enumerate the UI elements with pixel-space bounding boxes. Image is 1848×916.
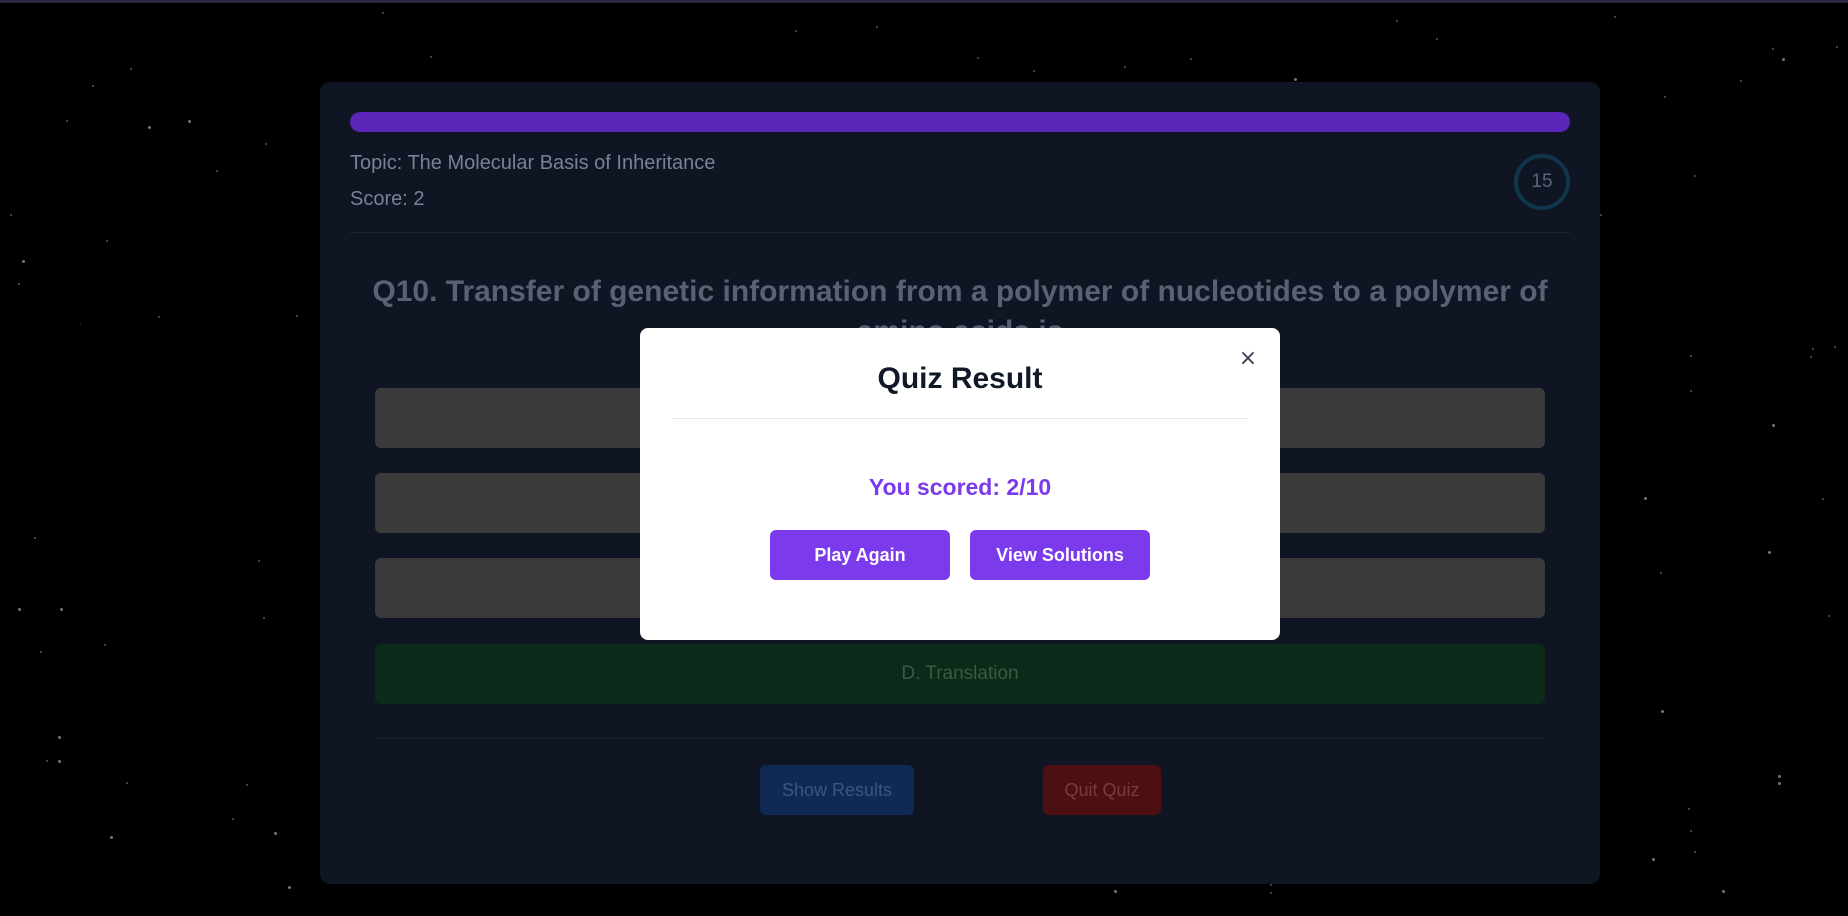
star-dot [10,214,12,216]
progress-bar [350,112,1570,132]
star-dot [1644,497,1647,500]
header-divider [350,232,1570,233]
star-dot [1033,70,1035,72]
star-dot [22,260,25,263]
star-dot [1722,890,1725,893]
star-dot [1740,80,1742,82]
star-dot [288,886,291,889]
star-dot [18,283,20,285]
star-dot [1688,808,1690,810]
star-dot [40,651,42,653]
star-dot [1660,572,1662,574]
star-dot [1396,20,1398,22]
countdown-timer: 15 [1514,154,1570,210]
star-dot [1828,615,1830,617]
star-dot [34,537,36,539]
star-dot [876,26,878,28]
star-dot [1270,884,1272,886]
star-dot [1652,858,1655,861]
star-dot [1690,355,1692,357]
star-dot [126,782,128,784]
star-dot [1836,46,1838,48]
quiz-score: Score: 2 [350,188,425,210]
play-again-button[interactable]: Play Again [770,530,950,580]
star-dot [246,784,248,786]
star-dot [1822,498,1824,500]
star-dot [106,240,108,242]
star-dot [158,316,160,318]
star-dot [1664,96,1666,98]
star-dot [1294,78,1297,81]
star-dot [148,126,151,129]
star-dot [58,736,61,739]
star-dot [232,818,234,820]
star-dot [265,143,267,145]
star-dot [1834,346,1836,348]
star-dot [1772,424,1775,427]
star-dot [1782,58,1785,61]
star-dot [274,832,277,835]
result-score-text: You scored: 2/10 [868,474,1052,500]
star-dot [1690,390,1692,392]
star-dot [1114,890,1117,893]
star-dot [66,120,68,122]
star-dot [1772,48,1774,50]
star-dot [382,12,384,14]
star-dot [977,57,979,59]
star-dot [80,323,81,324]
star-dot [1768,551,1771,554]
star-dot [258,560,260,562]
star-dot [1124,66,1126,68]
star-dot [1690,830,1692,832]
star-dot [1190,58,1192,60]
star-dot [18,608,21,611]
star-dot [60,608,63,611]
star-dot [1694,175,1696,177]
star-dot [1778,775,1781,778]
star-dot [1614,16,1616,18]
modal-title: Quiz Result [877,362,1043,395]
star-dot [296,315,298,317]
star-dot [1600,214,1602,216]
quiz-topic: Topic: The Molecular Basis of Inheritanc… [350,152,716,174]
star-dot [216,170,218,172]
view-solutions-button[interactable]: View Solutions [970,530,1150,580]
quiz-result-modal: Quiz Result × You scored: 2/10 Play Agai… [640,328,1280,640]
quit-quiz-button[interactable]: Quit Quiz [1043,765,1161,815]
star-dot [1812,348,1814,350]
star-dot [430,56,432,58]
star-dot [1778,782,1781,785]
modal-divider [672,418,1248,419]
star-dot [1270,892,1272,894]
close-icon[interactable]: × [1236,346,1260,371]
star-dot [92,85,94,87]
star-dot [110,836,113,839]
progress-bar-fill [350,112,1570,132]
star-dot [1694,851,1696,853]
star-dot [104,644,106,646]
footer-divider [375,738,1545,739]
star-dot [1810,356,1812,358]
answer-option-d[interactable]: D. Translation [375,644,1545,704]
star-dot [130,68,132,70]
star-dot [795,30,797,32]
star-dot [46,760,48,762]
show-results-button[interactable]: Show Results [760,765,914,815]
star-dot [1661,710,1664,713]
star-dot [188,120,191,123]
star-dot [263,617,265,619]
star-dot [1436,38,1438,40]
star-dot [58,760,61,763]
